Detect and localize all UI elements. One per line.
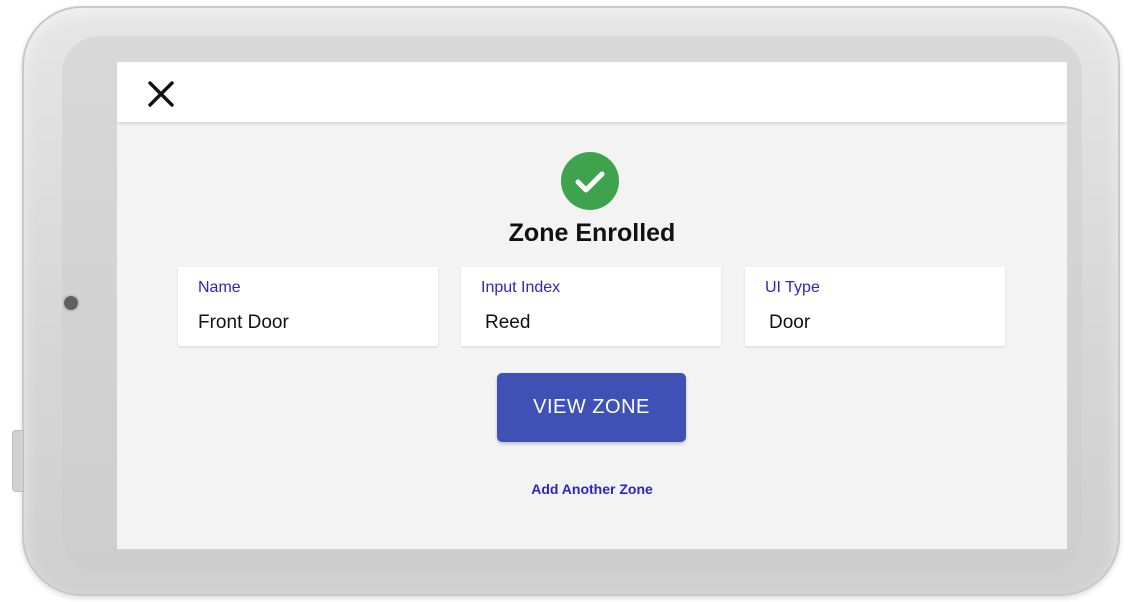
field-label: UI Type — [765, 279, 820, 296]
view-zone-button[interactable]: VIEW ZONE — [497, 373, 686, 442]
field-value: Door — [769, 312, 811, 333]
camera-icon — [64, 296, 78, 310]
field-card-name: Name Front Door — [178, 267, 438, 346]
field-label: Input Index — [481, 279, 561, 296]
field-label: Name — [198, 279, 241, 296]
tablet-side-button — [12, 430, 24, 492]
check-circle-icon — [561, 152, 619, 210]
field-card-input-index: Input Index Reed — [461, 267, 721, 346]
add-another-zone-link[interactable]: Add Another Zone — [117, 481, 1067, 497]
close-icon[interactable] — [146, 79, 176, 109]
field-value: Front Door — [198, 312, 289, 333]
field-value: Reed — [485, 312, 531, 333]
screen: Zone Enrolled Name Front Door Input Inde… — [117, 62, 1067, 549]
top-bar — [117, 62, 1067, 122]
field-card-ui-type: UI Type Door — [745, 267, 1005, 346]
page-title: Zone Enrolled — [508, 219, 676, 247]
